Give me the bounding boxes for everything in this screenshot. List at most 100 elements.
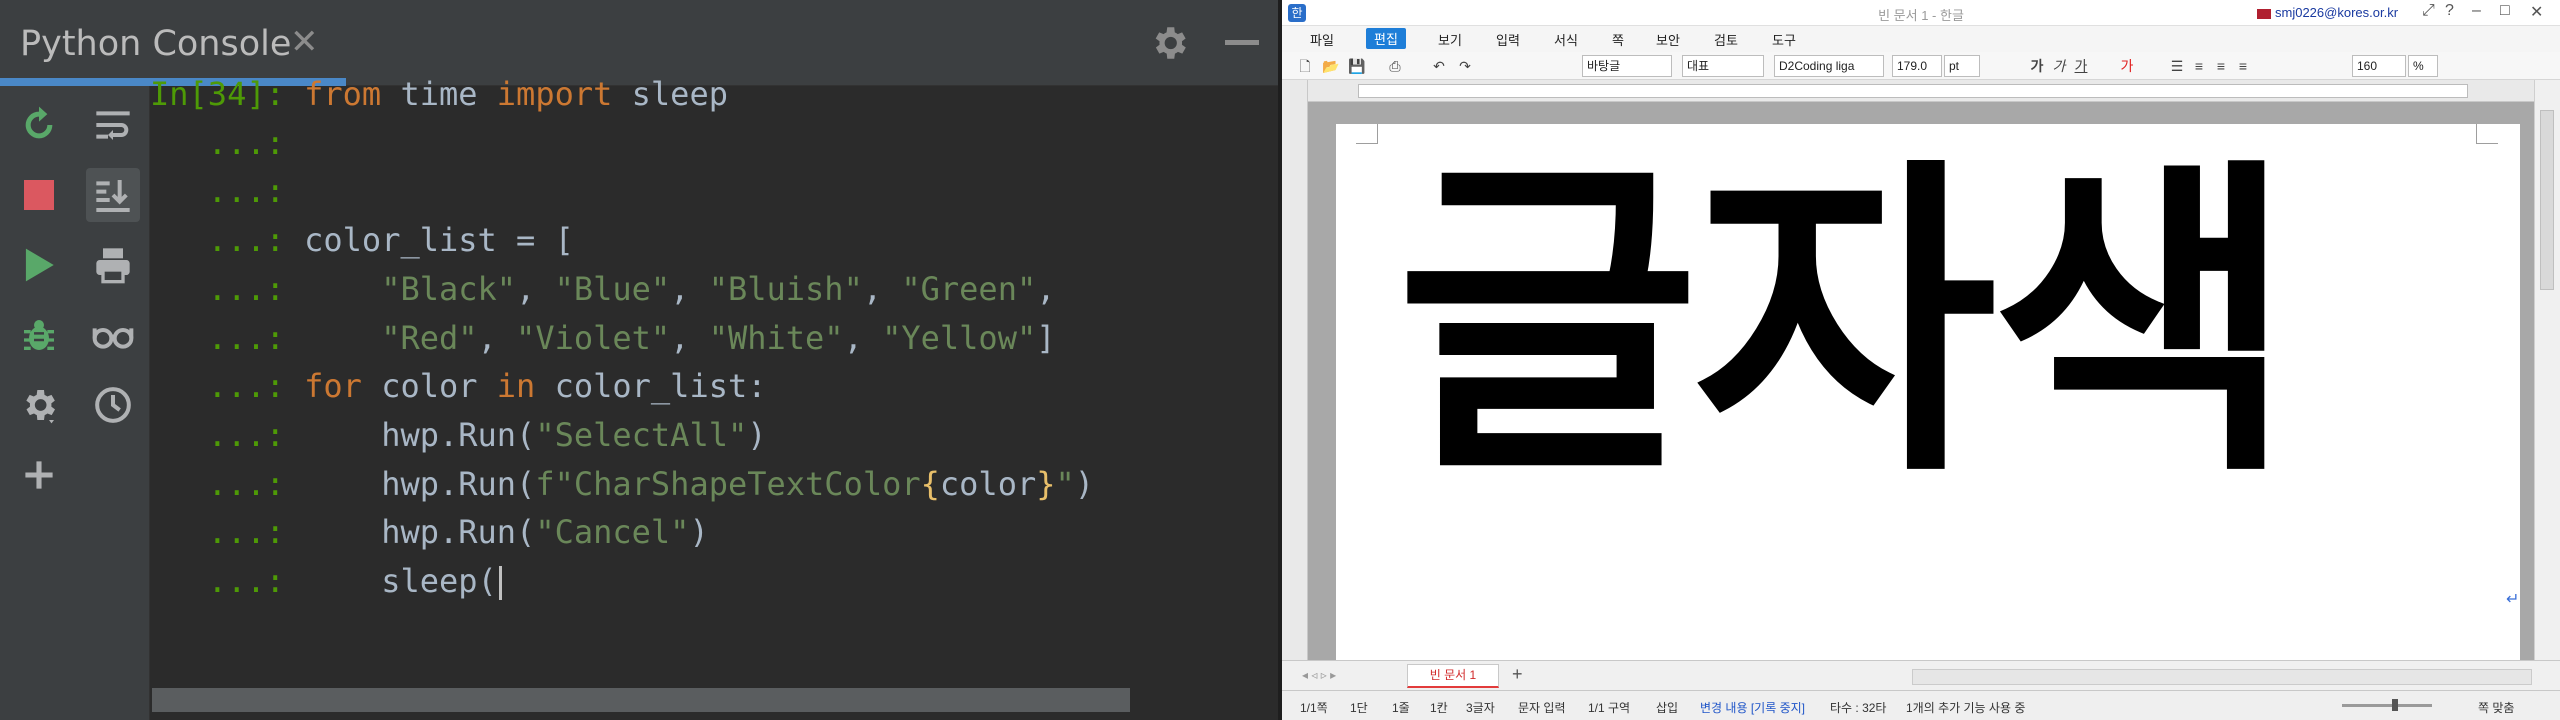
menu-insert[interactable]: 입력 (1496, 30, 1520, 49)
soft-wrap-icon[interactable] (86, 98, 140, 152)
code-token: hwp.Run( (304, 464, 536, 503)
console-prompt: ...: (150, 415, 305, 454)
console-editor[interactable]: In[34]: from time import sleep ...: ...:… (150, 75, 1278, 686)
font-size-unit[interactable]: pt (1944, 55, 1980, 77)
python-console-panel: Python Console ✕ In[34]: from time impor… (0, 0, 1278, 720)
bold-button[interactable]: 가 (2028, 57, 2046, 75)
code-token: , (477, 318, 517, 357)
add-tab-button[interactable]: + (1512, 664, 1523, 685)
menu-file[interactable]: 파일 (1310, 30, 1334, 49)
user-account[interactable]: smj0226@kores.or.kr (2257, 5, 2398, 20)
language-select[interactable]: 대표 (1682, 55, 1764, 77)
italic-button[interactable]: 가 (2050, 57, 2068, 75)
undo-icon[interactable]: ↶ (1430, 57, 1448, 75)
console-prompt: ...: (150, 269, 305, 308)
tab-nav-icons[interactable]: ◂ ◃ ▹ ▸ (1302, 668, 1336, 682)
menu-view[interactable]: 보기 (1438, 30, 1462, 49)
menu-page[interactable]: 쪽 (1612, 30, 1624, 49)
console-prompt: ...: (150, 123, 305, 162)
menu-review[interactable]: 검토 (1714, 30, 1738, 49)
text-color-button[interactable]: 가 (2118, 57, 2136, 75)
status-typing-speed: 타수 : 32타 (1830, 701, 1887, 715)
code-token: { (920, 464, 940, 503)
align-right-icon[interactable]: ≡ (2234, 57, 2252, 75)
menu-tools[interactable]: 도구 (1772, 30, 1796, 49)
status-page[interactable]: 1/1쪽 (1300, 699, 1328, 716)
underline-button[interactable]: 가 (2072, 57, 2090, 75)
console-line: ...: for color in color_list: (150, 362, 767, 410)
code-token: "Cancel" (535, 513, 690, 552)
code-token: ) (1074, 464, 1095, 503)
menu-security[interactable]: 보안 (1656, 30, 1680, 49)
rerun-icon[interactable] (12, 98, 66, 152)
console-prompt: ...: (150, 172, 305, 211)
tab-document-1[interactable]: 빈 문서 1 (1407, 664, 1499, 688)
status-track-changes[interactable]: 변경 내용 [기록 중지] (1700, 699, 1805, 716)
code-token: "Green" (901, 269, 1037, 308)
style-select[interactable]: 바탕글 (1582, 55, 1672, 77)
status-bar: 1/1쪽 1단 1줄 1칸 3글자 문자 입력 1/1 구역 삽입 변경 내용 … (1282, 690, 2560, 720)
code-token: color (361, 367, 497, 406)
status-addons: 1개의 추가 기능 사용 중 (1906, 701, 2026, 715)
gear-icon[interactable] (1148, 22, 1190, 64)
new-document-icon[interactable]: 🗋 (1296, 57, 1314, 75)
console-line: ...: (150, 167, 304, 215)
menu-format[interactable]: 서식 (1554, 30, 1578, 49)
zoom-slider-knob[interactable] (2392, 699, 2398, 711)
close-window-icon[interactable]: ✕ (2530, 2, 2543, 22)
vertical-scrollbar[interactable] (2534, 80, 2560, 660)
console-prompt: ...: (150, 464, 305, 503)
document-area[interactable]: 글자색 ↵ (1308, 102, 2534, 684)
ruler-page-area (1358, 84, 2468, 98)
menu-edit[interactable]: 편집 (1366, 28, 1406, 49)
scroll-to-end-icon[interactable] (86, 168, 140, 222)
vertical-scrollbar-thumb[interactable] (2540, 110, 2554, 290)
code-token: sleep (612, 75, 728, 113)
document-text[interactable]: 글자색 (1396, 144, 2295, 504)
code-token: " (1055, 464, 1075, 503)
status-fit-page[interactable]: 쪽 맞춤 (2478, 699, 2514, 716)
minimize-window-icon[interactable]: – (2472, 2, 2481, 20)
font-size-input[interactable]: 179.0 (1892, 55, 1942, 77)
save-icon[interactable]: 💾 (1348, 57, 1366, 75)
code-token: , (670, 269, 709, 308)
font-select[interactable]: D2Coding liga (1774, 55, 1884, 77)
zoom-unit[interactable]: % (2408, 55, 2438, 77)
minimize-icon[interactable] (1225, 40, 1259, 45)
code-token: color_list: (535, 367, 767, 406)
zoom-slider[interactable] (2342, 704, 2432, 707)
console-prompt: ...: (150, 221, 305, 260)
stop-icon[interactable] (12, 168, 66, 222)
console-prompt: In[34]: (150, 75, 305, 113)
open-icon[interactable]: 📂 (1322, 57, 1340, 75)
align-left-icon[interactable]: ≡ (2190, 57, 2208, 75)
print-icon[interactable]: ⎙ (1386, 57, 1404, 75)
align-justify-icon[interactable]: ☰ (2168, 57, 2186, 75)
redo-icon[interactable]: ↷ (1456, 57, 1474, 75)
add-icon[interactable] (12, 448, 66, 502)
help-icon[interactable]: ? (2445, 2, 2454, 20)
code-token: "Bluish" (708, 269, 863, 308)
print-icon[interactable] (86, 238, 140, 292)
horizontal-scrollbar-thumb[interactable] (152, 688, 1130, 712)
user-email: smj0226@kores.or.kr (2275, 5, 2399, 20)
document-horizontal-scrollbar[interactable] (1912, 669, 2532, 685)
console-line: In[34]: from time import sleep (150, 70, 728, 118)
code-token: import (496, 75, 613, 113)
document-page[interactable]: 글자색 ↵ (1336, 124, 2520, 684)
maximize-window-icon[interactable]: □ (2500, 2, 2510, 20)
code-token: "Black" (381, 269, 517, 308)
close-icon[interactable]: ✕ (290, 22, 319, 62)
status-insert[interactable]: 삽입 (1656, 699, 1678, 716)
zoom-input[interactable]: 160 (2352, 55, 2406, 77)
history-icon[interactable] (86, 378, 140, 432)
fullscreen-icon[interactable]: ⤢ (2422, 2, 2435, 20)
align-center-icon[interactable]: ≡ (2212, 57, 2230, 75)
run-icon[interactable] (12, 238, 66, 292)
debug-icon[interactable] (12, 308, 66, 362)
settings-icon[interactable] (12, 378, 66, 432)
show-variables-icon[interactable] (86, 308, 140, 362)
code-token: hwp.Run( (304, 513, 536, 552)
code-token: ) (689, 513, 709, 552)
